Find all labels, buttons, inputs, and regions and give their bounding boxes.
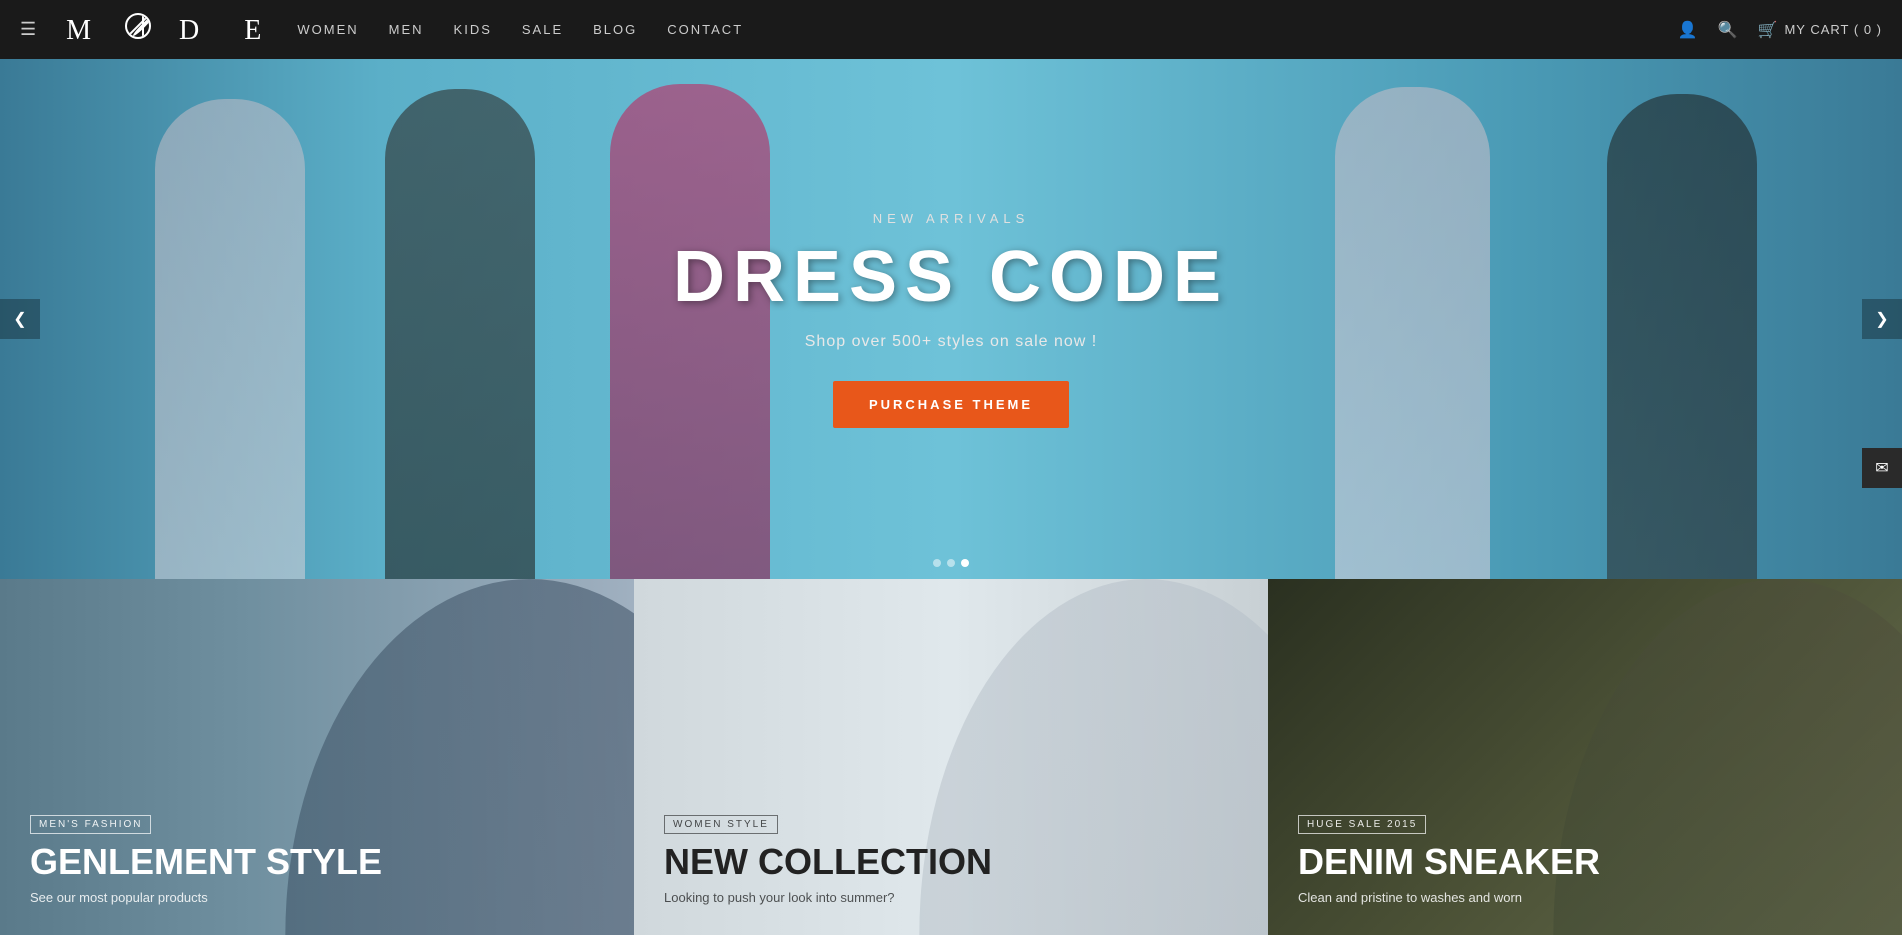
panel-women-desc: Looking to push your look into summer?: [664, 890, 1238, 905]
nav-blog[interactable]: BLOG: [593, 22, 637, 37]
hero-cta-button[interactable]: PURCHASE THEME: [833, 381, 1069, 428]
header-left: ☰ M D E WOMEN MEN KIDS SALE BLOG CONTACT: [20, 13, 743, 47]
hero-content: NEW ARRIVALS DRESS CODE Shop over 500+ s…: [673, 211, 1229, 428]
panel-women-tag: WOMEN STYLE: [664, 815, 778, 834]
main-nav: WOMEN MEN KIDS SALE BLOG CONTACT: [297, 22, 743, 37]
search-icon[interactable]: 🔍: [1718, 20, 1738, 40]
hero-figure-4: [1312, 87, 1512, 579]
panel-men-desc: See our most popular products: [30, 890, 604, 905]
nav-women[interactable]: WOMEN: [297, 22, 358, 37]
hero-slider: ❮ ❯ NEW ARRIVALS DRESS CODE Shop over 50…: [0, 59, 1902, 579]
panel-men-title: GENLEMENT STYLE: [30, 842, 604, 882]
panel-men[interactable]: MEN'S FASHION GENLEMENT STYLE See our mo…: [0, 579, 634, 935]
site-logo[interactable]: M D E: [66, 13, 267, 47]
bottom-panels: MEN'S FASHION GENLEMENT STYLE See our mo…: [0, 579, 1902, 935]
panel-women-title: NEW COLLECTION: [664, 842, 1238, 882]
hero-subtitle: NEW ARRIVALS: [673, 211, 1229, 226]
nav-men[interactable]: MEN: [389, 22, 424, 37]
slider-next-button[interactable]: ❯: [1862, 299, 1902, 339]
slider-dots: [933, 559, 969, 567]
slider-prev-button[interactable]: ❮: [0, 299, 40, 339]
panel-denim-title: DENIM SNEAKER: [1298, 842, 1872, 882]
header: ☰ M D E WOMEN MEN KIDS SALE BLOG CONTACT…: [0, 0, 1902, 59]
email-float-button[interactable]: ✉: [1862, 448, 1902, 488]
slider-dot-2[interactable]: [947, 559, 955, 567]
panel-women[interactable]: WOMEN STYLE NEW COLLECTION Looking to pu…: [634, 579, 1268, 935]
nav-contact[interactable]: CONTACT: [667, 22, 743, 37]
panel-denim[interactable]: HUGE SALE 2015 DENIM SNEAKER Clean and p…: [1268, 579, 1902, 935]
hero-description: Shop over 500+ styles on sale now !: [673, 333, 1229, 351]
cart-icon: 🛒: [1758, 20, 1779, 40]
email-icon: ✉: [1875, 458, 1888, 478]
hero-title: DRESS CODE: [673, 236, 1229, 318]
cart-label: MY CART ( 0 ): [1784, 22, 1882, 37]
panel-denim-desc: Clean and pristine to washes and worn: [1298, 890, 1872, 905]
hero-figure-1: [130, 99, 330, 579]
hero-figure-2: [360, 89, 560, 579]
cart-button[interactable]: 🛒 MY CART ( 0 ): [1758, 20, 1882, 40]
account-icon[interactable]: 👤: [1678, 20, 1698, 40]
header-right: 👤 🔍 🛒 MY CART ( 0 ): [1678, 20, 1882, 40]
hero-figure-5: [1582, 94, 1782, 579]
nav-kids[interactable]: KIDS: [454, 22, 492, 37]
slider-dot-1[interactable]: [933, 559, 941, 567]
nav-sale[interactable]: SALE: [522, 22, 563, 37]
panel-men-tag: MEN'S FASHION: [30, 815, 151, 834]
panel-denim-tag: HUGE SALE 2015: [1298, 815, 1426, 834]
hamburger-menu-icon[interactable]: ☰: [20, 19, 36, 40]
slider-dot-3[interactable]: [961, 559, 969, 567]
